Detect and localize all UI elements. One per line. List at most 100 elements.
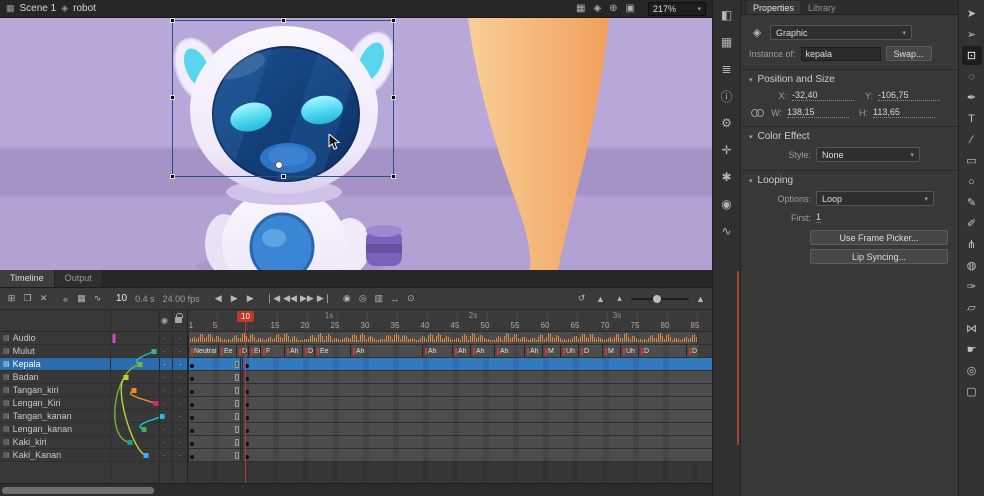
y-value[interactable]: -106,75: [878, 90, 940, 101]
delete-layer-button[interactable]: ✕: [36, 291, 51, 307]
breadcrumb-scene[interactable]: Scene 1: [20, 3, 57, 14]
frame-track-Lengan_kanan[interactable]: [188, 423, 712, 436]
fps-indicator[interactable]: 24.00 fps: [163, 294, 200, 304]
lasso-tool[interactable]: ◌: [962, 67, 982, 86]
marker-range-button[interactable]: ↔: [387, 291, 402, 307]
prev-keyframe-button[interactable]: ◀◀: [282, 291, 298, 307]
timeline-options-chevron[interactable]: ▲: [593, 291, 608, 307]
frame-track-Kaki_kiri[interactable]: [188, 436, 712, 449]
step-forward-button[interactable]: ▶: [243, 291, 258, 307]
width-tool[interactable]: ⋈: [962, 319, 982, 338]
new-folder-button[interactable]: ❐: [20, 291, 35, 307]
layer-lock-dot[interactable]: ·: [174, 359, 187, 369]
h-value[interactable]: 113,65: [873, 107, 935, 118]
first-frame-button[interactable]: ❘◀: [265, 291, 281, 307]
looping-options-dropdown[interactable]: Loop ▾: [816, 191, 934, 206]
line-tool[interactable]: ∕: [962, 130, 982, 149]
layer-lock-dot[interactable]: ·: [174, 450, 187, 460]
layer-lock-dot[interactable]: ·: [174, 411, 187, 421]
breadcrumb-symbol[interactable]: robot: [73, 3, 96, 14]
clip-view-icon[interactable]: ▣: [626, 3, 635, 14]
layer-lock-dot[interactable]: ·: [174, 437, 187, 447]
x-value[interactable]: -32,40: [792, 90, 854, 101]
tab-timeline[interactable]: Timeline: [0, 270, 55, 287]
section-looping[interactable]: ▾ Looping: [741, 170, 958, 188]
collapse-frames-icon[interactable]: «: [58, 291, 73, 307]
frame-track-Tangan_kanan[interactable]: [188, 410, 712, 423]
hand-tool[interactable]: ☛: [962, 340, 982, 359]
next-keyframe-button[interactable]: ▶▶: [299, 291, 315, 307]
layer-lock-dot[interactable]: ·: [174, 385, 187, 395]
playhead-marker[interactable]: 10: [237, 311, 254, 322]
transform-panel-icon[interactable]: ✛: [718, 141, 736, 159]
transform-handle[interactable]: [391, 174, 396, 179]
frame-track-Badan[interactable]: [188, 371, 712, 384]
camera-tool[interactable]: ▢: [962, 382, 982, 401]
bone-tool[interactable]: ⋔: [962, 235, 982, 254]
elapsed-time-indicator[interactable]: 0.4 s: [135, 294, 155, 304]
pencil-tool[interactable]: ✎: [962, 193, 982, 212]
info-panel-icon[interactable]: ⓘ: [718, 87, 736, 105]
zoom-tool[interactable]: ◎: [962, 361, 982, 380]
symbol-type-dropdown[interactable]: Graphic ▾: [770, 25, 912, 40]
link-dimensions-icon[interactable]: [751, 108, 763, 117]
last-frame-button[interactable]: ▶❘: [316, 291, 332, 307]
selection-bounding-box[interactable]: [172, 20, 394, 177]
w-value[interactable]: 138,15: [787, 107, 849, 118]
frame-track-Kepala[interactable]: [188, 358, 712, 371]
library-panel-icon[interactable]: ▦: [718, 33, 736, 51]
tab-properties[interactable]: Properties: [747, 1, 800, 14]
edit-scene-icon[interactable]: ▦: [576, 3, 585, 14]
edit-symbols-icon[interactable]: ◈: [593, 3, 601, 14]
transform-center-point[interactable]: [275, 161, 283, 169]
timeline-zoom-out-button[interactable]: ▴: [612, 291, 627, 307]
timeline-zoom-in-button[interactable]: ▲: [693, 291, 708, 307]
color-style-dropdown[interactable]: None ▾: [816, 147, 920, 162]
brush-panel-icon[interactable]: ✱: [718, 168, 736, 186]
show-hide-all-layers-icon[interactable]: ◉: [161, 316, 168, 325]
layer-lock-dot[interactable]: ·: [174, 372, 187, 382]
free-transform-tool[interactable]: ⊡: [962, 46, 982, 65]
frame-track-Audio[interactable]: [188, 332, 712, 345]
eraser-tool[interactable]: ▱: [962, 298, 982, 317]
layer-lock-dot[interactable]: ·: [174, 398, 187, 408]
frame-track-Kaki_Kanan[interactable]: [188, 449, 712, 462]
frame-track-Mulut[interactable]: NeutralEeDEeFAhDEeAhAhAhAhAhAhMUhDMUhDD: [188, 345, 712, 358]
frame-track-Lengan_Kiri[interactable]: [188, 397, 712, 410]
instance-name-field[interactable]: kepala: [801, 47, 881, 61]
frame-track-Tangan_kiri[interactable]: [188, 384, 712, 397]
transform-handle[interactable]: [170, 174, 175, 179]
section-color-effect[interactable]: ▾ Color Effect: [741, 126, 958, 144]
zoom-level-dropdown[interactable]: 217% ▾: [648, 2, 706, 16]
eyedropper-tool[interactable]: ✑: [962, 277, 982, 296]
first-frame-value[interactable]: 1: [816, 212, 821, 223]
frames-area[interactable]: 151520253035404550556065707580851s2s3s N…: [188, 310, 712, 483]
transform-handle[interactable]: [391, 18, 396, 23]
properties-panel-icon[interactable]: ◧: [718, 6, 736, 24]
paint-bucket-tool[interactable]: ◍: [962, 256, 982, 275]
reset-timeline-zoom-button[interactable]: ↺: [574, 291, 589, 307]
transform-handle[interactable]: [170, 95, 175, 100]
play-button[interactable]: ▶: [227, 291, 242, 307]
layer-lock-dot[interactable]: ·: [174, 346, 187, 356]
web-panel-icon[interactable]: ◉: [718, 195, 736, 213]
center-frame-button[interactable]: ⊙: [403, 291, 418, 307]
edit-multiple-frames-button[interactable]: ▥: [371, 291, 386, 307]
stage-canvas[interactable]: [0, 18, 712, 270]
onion-outline-button[interactable]: ◎: [355, 291, 370, 307]
timeline-zoom-slider-thumb[interactable]: [653, 295, 661, 303]
frame-view-icon[interactable]: ▦: [74, 291, 89, 307]
transform-handle[interactable]: [391, 95, 396, 100]
layer-lock-dot[interactable]: ·: [174, 333, 187, 343]
brush-tool[interactable]: ✐: [962, 214, 982, 233]
use-frame-picker-button[interactable]: Use Frame Picker...: [810, 230, 948, 245]
lock-all-layers-icon[interactable]: [175, 316, 182, 325]
swap-button[interactable]: Swap...: [886, 46, 932, 61]
settings-panel-icon[interactable]: ⚙: [718, 114, 736, 132]
onion-skin-button[interactable]: ◉: [339, 291, 354, 307]
history-panel-icon[interactable]: ∿: [718, 222, 736, 240]
align-panel-icon[interactable]: ≣: [718, 60, 736, 78]
tab-library[interactable]: Library: [802, 1, 842, 14]
graph-view-icon[interactable]: ∿: [90, 291, 105, 307]
layer-lock-dot[interactable]: ·: [174, 424, 187, 434]
